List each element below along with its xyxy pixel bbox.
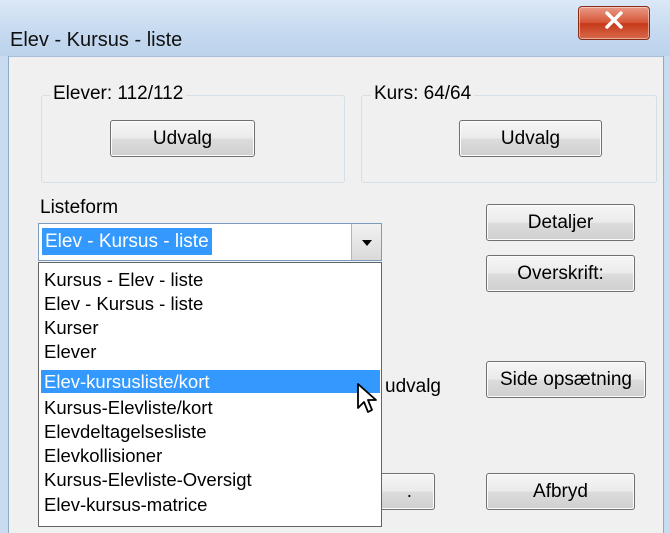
mouse-pointer-icon (356, 382, 380, 422)
listform-option[interactable]: Kursus - Elev - liste (41, 268, 380, 291)
close-button[interactable] (578, 6, 650, 40)
selection-option-label: udvalg (385, 376, 441, 397)
heading-button[interactable]: Overskrift: (486, 255, 635, 292)
listform-option[interactable]: Elev-kursus-matrice (41, 493, 380, 516)
window-border-right (663, 56, 670, 533)
listform-combobox[interactable]: Elev - Kursus - liste (38, 223, 382, 261)
listform-option[interactable]: Kursus-Elevliste-Oversigt (41, 468, 380, 491)
students-selection-button[interactable]: Udvalg (110, 120, 255, 157)
close-icon (604, 11, 624, 35)
listform-selected-value: Elev - Kursus - liste (42, 228, 212, 255)
chevron-down-icon (361, 231, 373, 253)
dialog-window: Elev - Kursus - liste Elever: 112/112 Ud… (0, 0, 670, 533)
listform-option[interactable]: Kursus-Elevliste/kort (41, 396, 380, 419)
courses-count-label: Kurs: 64/64 (371, 83, 475, 105)
combobox-dropdown-button[interactable] (351, 224, 381, 260)
listform-option[interactable]: Elevdeltagelsesliste (41, 420, 380, 443)
details-button[interactable]: Detaljer (486, 204, 635, 241)
listform-option[interactable]: Elevkollisioner (41, 444, 380, 467)
listform-option[interactable]: Kurser (41, 316, 380, 339)
students-count-label: Elever: 112/112 (50, 83, 187, 105)
listform-label: Listeform (40, 197, 119, 218)
window-title: Elev - Kursus - liste (10, 29, 183, 51)
listform-dropdown-list: Kursus - Elev - liste Elev - Kursus - li… (38, 262, 382, 527)
listform-option[interactable]: Elev - Kursus - liste (41, 292, 380, 315)
title-bar[interactable]: Elev - Kursus - liste (0, 0, 670, 57)
cancel-button[interactable]: Afbryd (486, 473, 635, 510)
window-border-left (0, 56, 9, 533)
listform-option-highlighted[interactable]: Elev-kursusliste/kort (41, 370, 380, 393)
page-setup-button[interactable]: Side opsætning (486, 361, 646, 398)
courses-selection-button[interactable]: Udvalg (459, 120, 602, 157)
listform-option[interactable]: Elever (41, 340, 380, 363)
